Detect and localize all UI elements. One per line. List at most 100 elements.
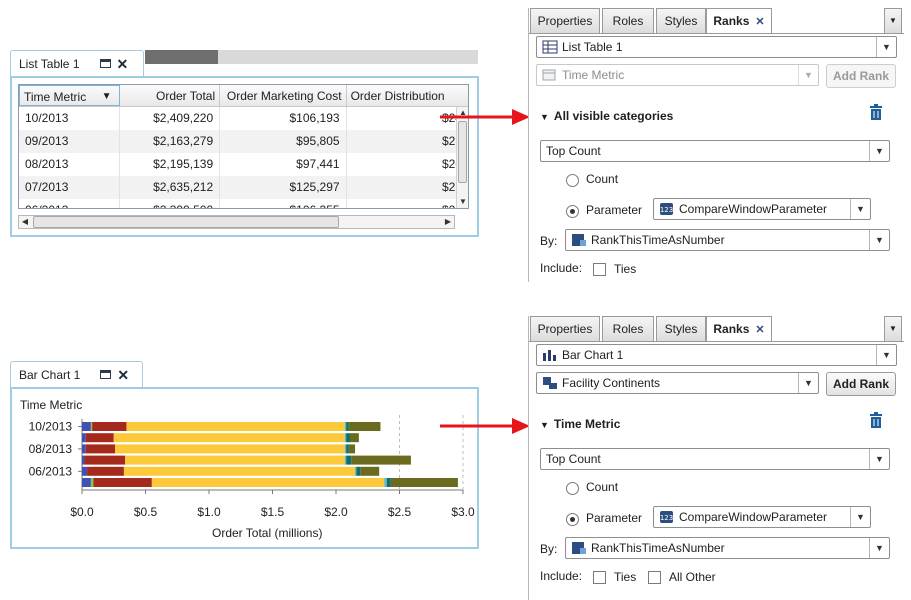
bar-chart-frame: Time Metric $0.0 $0.5 $1.0 $1.5 $2.0 $2.5 $3.0… [10,387,479,549]
by-select[interactable]: RankThisTimeAsNumber ▼ [565,229,890,251]
ranks-panel-body: List Table 1 ▼ Time Metric ▼ Add Rank ▼ A… [529,33,904,282]
category-select[interactable]: Time Metric ▼ [536,64,819,86]
table-row[interactable]: 10/2013 $2,409,220 $106,193 $24 [19,107,468,130]
y-tick-label: 06/2013 [29,464,73,478]
section-header[interactable]: ▼ Time Metric [540,417,620,431]
x-tick-label: $0.0 [70,505,94,519]
column-header-order-marketing-cost[interactable]: Order Marketing Cost [220,85,347,106]
sort-descending-icon[interactable]: ▼ [102,86,112,105]
tab-ranks[interactable]: Ranks ✕ [706,316,772,341]
rank-type-select[interactable]: Top Count ▼ [540,140,890,162]
ranks-panel-bottom: Properties Roles Styles Ranks ✕ ▼ Bar Cha… [528,316,904,600]
bar-segment [82,444,86,454]
numeric-parameter-icon: 123 [660,203,673,215]
tab-styles[interactable]: Styles [656,8,706,33]
close-icon[interactable]: ✕ [117,57,129,71]
horizontal-scroll-thumb[interactable] [33,216,339,228]
tab-styles[interactable]: Styles [656,316,706,341]
parameter-radio[interactable] [566,205,579,218]
by-label: By: [540,234,558,248]
measure-icon [572,234,586,246]
close-icon[interactable]: ✕ [755,16,764,28]
list-table: Time Metric ▼ Order Total Order Marketin… [18,84,469,209]
list-table-object-tab[interactable]: List Table 1 ✕ [10,50,144,76]
table-row[interactable]: 07/2013 $2,635,212 $125,297 $25 [19,176,468,199]
column-header-order-distribution[interactable]: Order Distribution [347,85,468,106]
bar-segment [92,422,127,431]
x-tick-label: $1.0 [197,505,221,519]
table-row[interactable]: 08/2013 $2,195,139 $97,441 $20 [19,153,468,176]
chevron-down-icon: ▼ [869,141,889,161]
x-tick-label: $2.5 [388,505,412,519]
y-tick-label: 10/2013 [29,420,73,434]
tab-ranks[interactable]: Ranks ✕ [706,8,772,33]
chevron-down-icon: ▼ [850,507,870,527]
tab-roles[interactable]: Roles [602,316,654,341]
panel-menu-button[interactable]: ▼ [884,8,902,33]
bar-segment [344,433,347,443]
by-label: By: [540,542,558,556]
count-radio[interactable] [566,174,579,187]
trash-icon[interactable] [869,412,883,428]
parameter-select[interactable]: 123 CompareWindowParameter ▼ [653,506,871,528]
chevron-down-icon: ▼ [869,230,889,250]
rank-type-select[interactable]: Top Count ▼ [540,448,890,470]
scroll-left-icon[interactable]: ◀ [19,216,31,228]
collapse-triangle-icon: ▼ [540,420,549,430]
panel-tab-bar: Properties Roles Styles Ranks ✕ ▼ [529,316,904,341]
chevron-down-icon: ▼ [869,449,889,469]
bar-segment [384,478,387,487]
category-select[interactable]: Facility Continents ▼ [536,372,819,394]
scroll-down-icon[interactable]: ▼ [457,196,468,208]
count-radio[interactable] [566,482,579,495]
parameter-radio-label: Parameter [586,511,643,525]
column-header-time-metric[interactable]: Time Metric ▼ [19,85,120,106]
collapse-triangle-icon: ▼ [540,112,549,122]
add-rank-button[interactable]: Add Rank [826,64,896,88]
by-select[interactable]: RankThisTimeAsNumber ▼ [565,537,890,559]
bar-segment [360,466,380,476]
bar-segment [346,444,349,454]
ranks-panel-top: Properties Roles Styles Ranks ✕ ▼ List Ta… [528,8,904,282]
y-tick-label: 08/2013 [29,442,73,456]
bar-segment [84,455,126,465]
count-radio-label: Count [586,480,619,494]
chevron-down-icon: ▼ [798,65,818,85]
bar-segment [82,422,91,431]
table-row[interactable]: 06/2013 $2,399,500 $106,355 $24 [19,199,468,208]
horizontal-scrollbar[interactable]: ◀ ▶ [18,215,455,229]
parameter-radio[interactable] [566,513,579,526]
maximize-icon[interactable] [100,370,112,379]
callout-arrow [440,109,530,125]
vertical-scroll-thumb[interactable] [458,121,467,183]
bar-segment [90,422,93,431]
ties-checkbox[interactable] [593,571,606,584]
table-row[interactable]: 09/2013 $2,163,279 $95,805 $21 [19,130,468,153]
object-select[interactable]: List Table 1 ▼ [536,36,897,58]
maximize-icon[interactable] [99,59,111,68]
bar-chart-object-tab[interactable]: Bar Chart 1 ✕ [10,361,143,387]
tab-roles[interactable]: Roles [602,8,654,33]
parameter-select[interactable]: 123 CompareWindowParameter ▼ [653,198,871,220]
close-icon[interactable]: ✕ [117,368,129,382]
chevron-down-icon: ▼ [869,538,889,558]
bar-segment [390,478,458,487]
section-header[interactable]: ▼ All visible categories [540,109,673,123]
add-rank-button[interactable]: Add Rank [826,372,896,396]
object-select[interactable]: Bar Chart 1 ▼ [536,344,897,366]
chevron-down-icon: ▼ [876,345,896,365]
x-tick-label: $2.0 [324,505,348,519]
x-axis-label: Order Total (millions) [212,526,323,540]
tab-properties[interactable]: Properties [530,316,600,341]
chevron-down-icon: ▼ [798,373,818,393]
trash-icon[interactable] [869,104,883,120]
callout-arrow [440,418,530,434]
bar-segment [115,444,345,454]
scroll-right-icon[interactable]: ▶ [442,216,454,228]
close-icon[interactable]: ✕ [755,324,764,336]
column-header-order-total[interactable]: Order Total [120,85,221,106]
panel-menu-button[interactable]: ▼ [884,316,902,341]
ties-checkbox[interactable] [593,263,606,276]
tab-properties[interactable]: Properties [530,8,600,33]
all-other-checkbox[interactable] [648,571,661,584]
